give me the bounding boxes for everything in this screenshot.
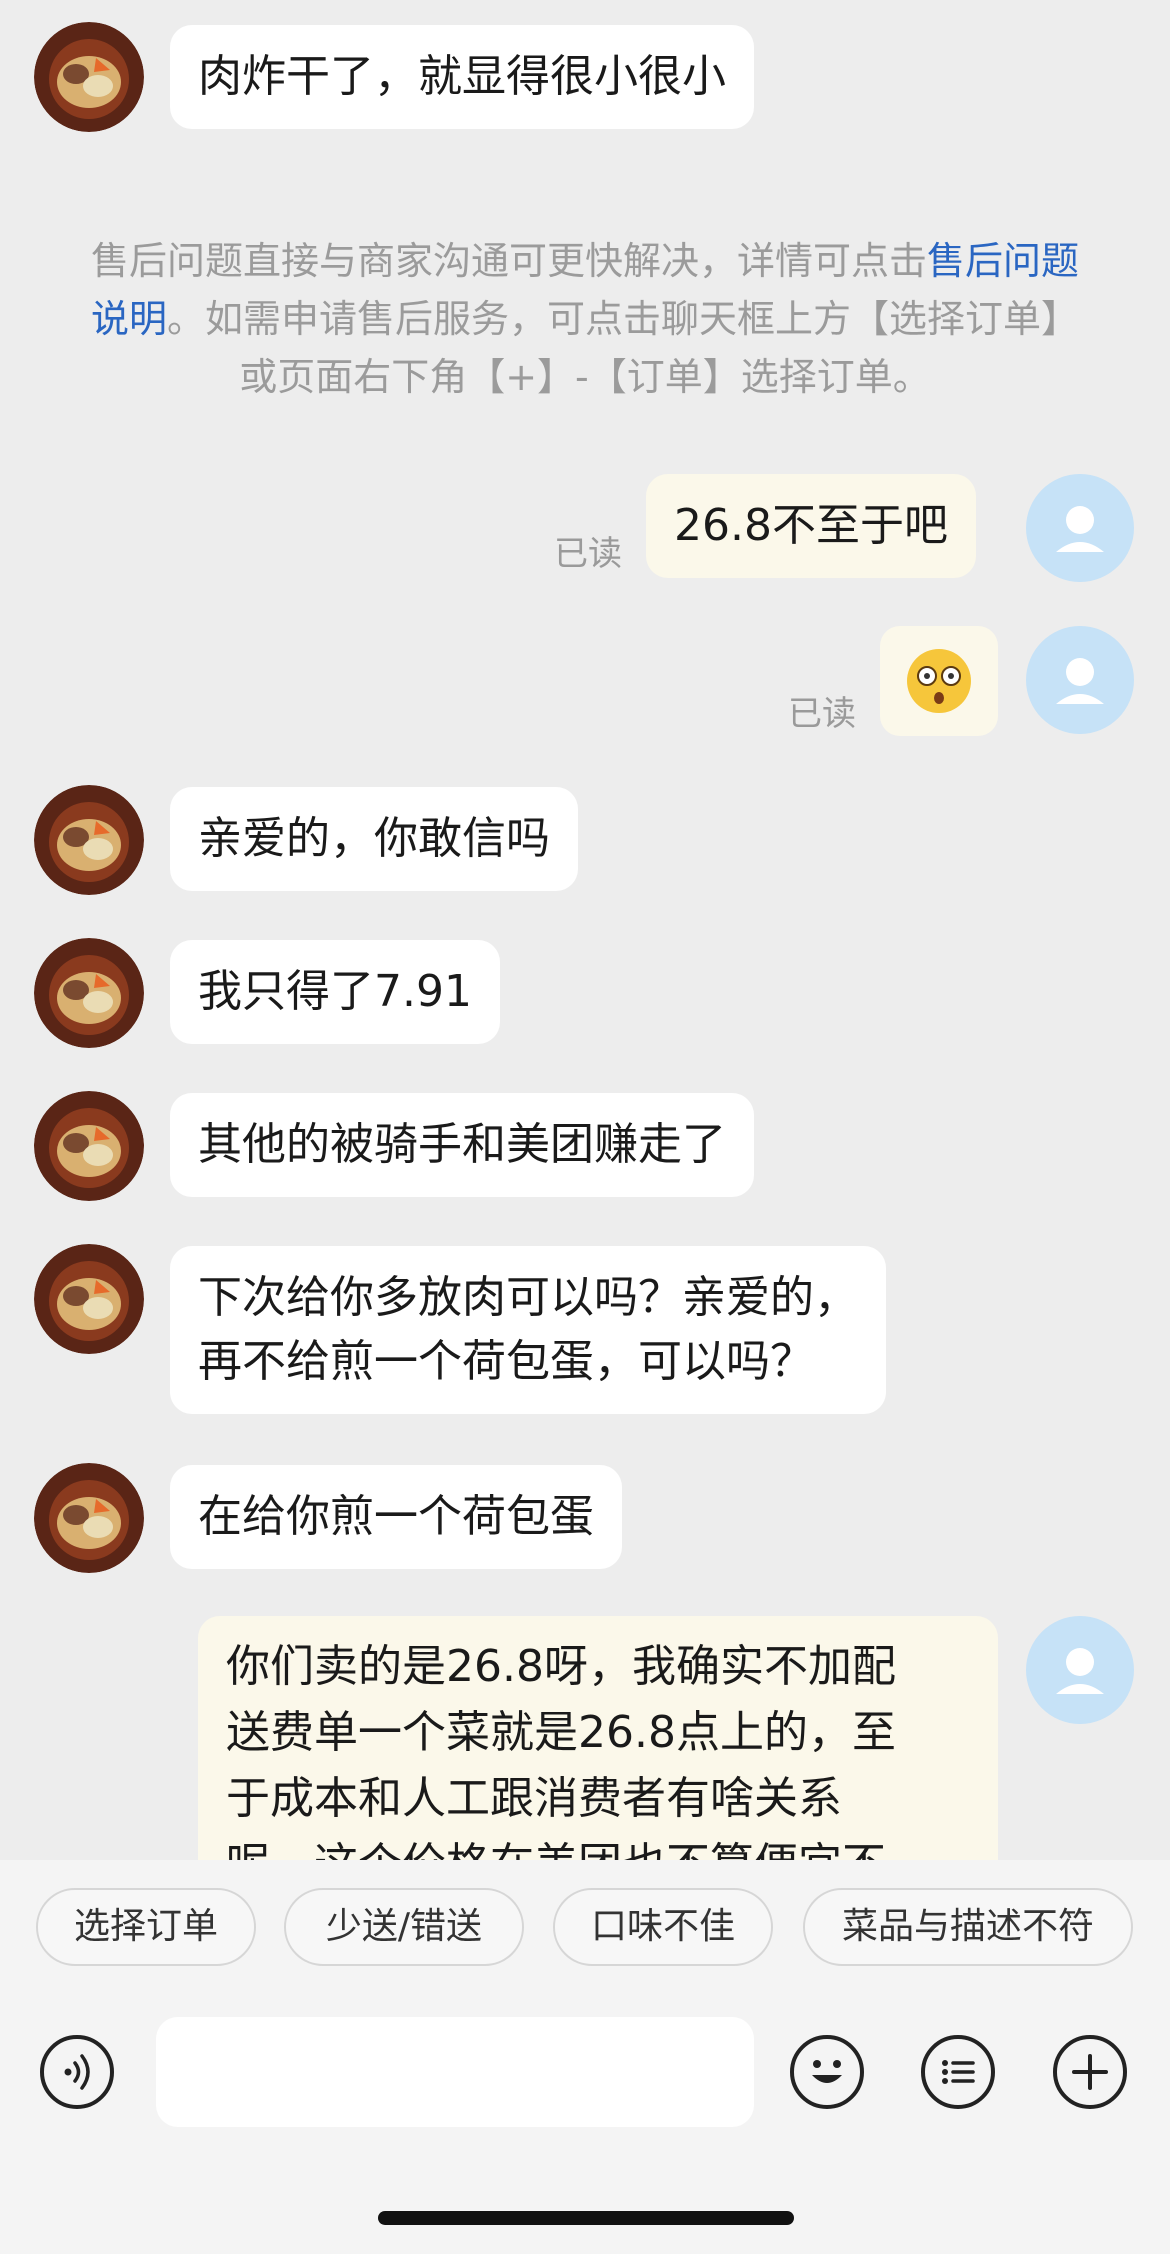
chat-area[interactable]: 肉炸干了，就显得很小很小 售后问题直接与商家沟通可更快解决，详情可点击售后问题说… — [0, 0, 1170, 1860]
message-bubble[interactable]: 其他的被骑手和美团赚走了 — [170, 1093, 754, 1197]
voice-button[interactable] — [40, 2035, 114, 2109]
message-bubble[interactable]: 26.8不至于吧 — [646, 474, 976, 578]
read-status: 已读 — [554, 534, 622, 574]
plus-icon — [1072, 2054, 1108, 2090]
voice-icon — [64, 2054, 90, 2090]
user-avatar[interactable] — [1026, 474, 1134, 582]
merchant-avatar[interactable] — [34, 1463, 144, 1573]
message-bubble[interactable]: 亲爱的，你敢信吗 — [170, 787, 578, 891]
quick-reply-missing-wrong[interactable]: 少送/错送 — [284, 1888, 524, 1966]
message-bubble[interactable]: 肉炸干了，就显得很小很小 — [170, 25, 754, 129]
quick-reply-not-as-described[interactable]: 菜品与描述不符 — [803, 1888, 1133, 1966]
merchant-avatar[interactable] — [34, 938, 144, 1048]
home-indicator[interactable] — [378, 2211, 794, 2225]
merchant-avatar[interactable] — [34, 1244, 144, 1354]
message-bubble[interactable]: 你们卖的是26.8呀，我确实不加配 送费单一个菜就是26.8点上的，至 于成本和… — [198, 1616, 998, 1860]
emoji-icon — [812, 2060, 842, 2083]
merchant-avatar[interactable] — [34, 1091, 144, 1201]
read-status: 已读 — [788, 694, 856, 734]
notice-text: 售后问题直接与商家沟通可更快解决，详情可点击 — [90, 239, 927, 283]
list-icon — [942, 2060, 975, 2084]
add-button[interactable] — [1053, 2035, 1127, 2109]
user-avatar[interactable] — [1026, 626, 1134, 734]
message-input[interactable] — [156, 2017, 754, 2127]
quick-reply-bad-taste[interactable]: 口味不佳 — [553, 1888, 773, 1966]
message-bubble[interactable]: 我只得了7.91 — [170, 940, 500, 1044]
quick-reply-bar: 选择订单 少送/错送 口味不佳 菜品与描述不符 — [0, 1860, 1170, 2000]
notice-text: 。如需申请售后服务，可点击聊天框上方【选择订单】或页面右下角【+】-【订单】选择… — [167, 297, 1080, 399]
message-bubble[interactable]: 在给你煎一个荷包蛋 — [170, 1465, 622, 1569]
sticker-bubble[interactable] — [880, 626, 998, 736]
user-avatar[interactable] — [1026, 1616, 1134, 1724]
shocked-face-emoji-icon — [907, 649, 971, 713]
emoji-button[interactable] — [790, 2035, 864, 2109]
merchant-avatar[interactable] — [34, 22, 144, 132]
after-sales-notice: 售后问题直接与商家沟通可更快解决，详情可点击售后问题说明。如需申请售后服务，可点… — [80, 232, 1090, 406]
message-bubble[interactable]: 下次给你多放肉可以吗？亲爱的， 再不给煎一个荷包蛋，可以吗？ — [170, 1246, 886, 1414]
menu-button[interactable] — [921, 2035, 995, 2109]
merchant-avatar[interactable] — [34, 785, 144, 895]
quick-reply-select-order[interactable]: 选择订单 — [36, 1888, 256, 1966]
